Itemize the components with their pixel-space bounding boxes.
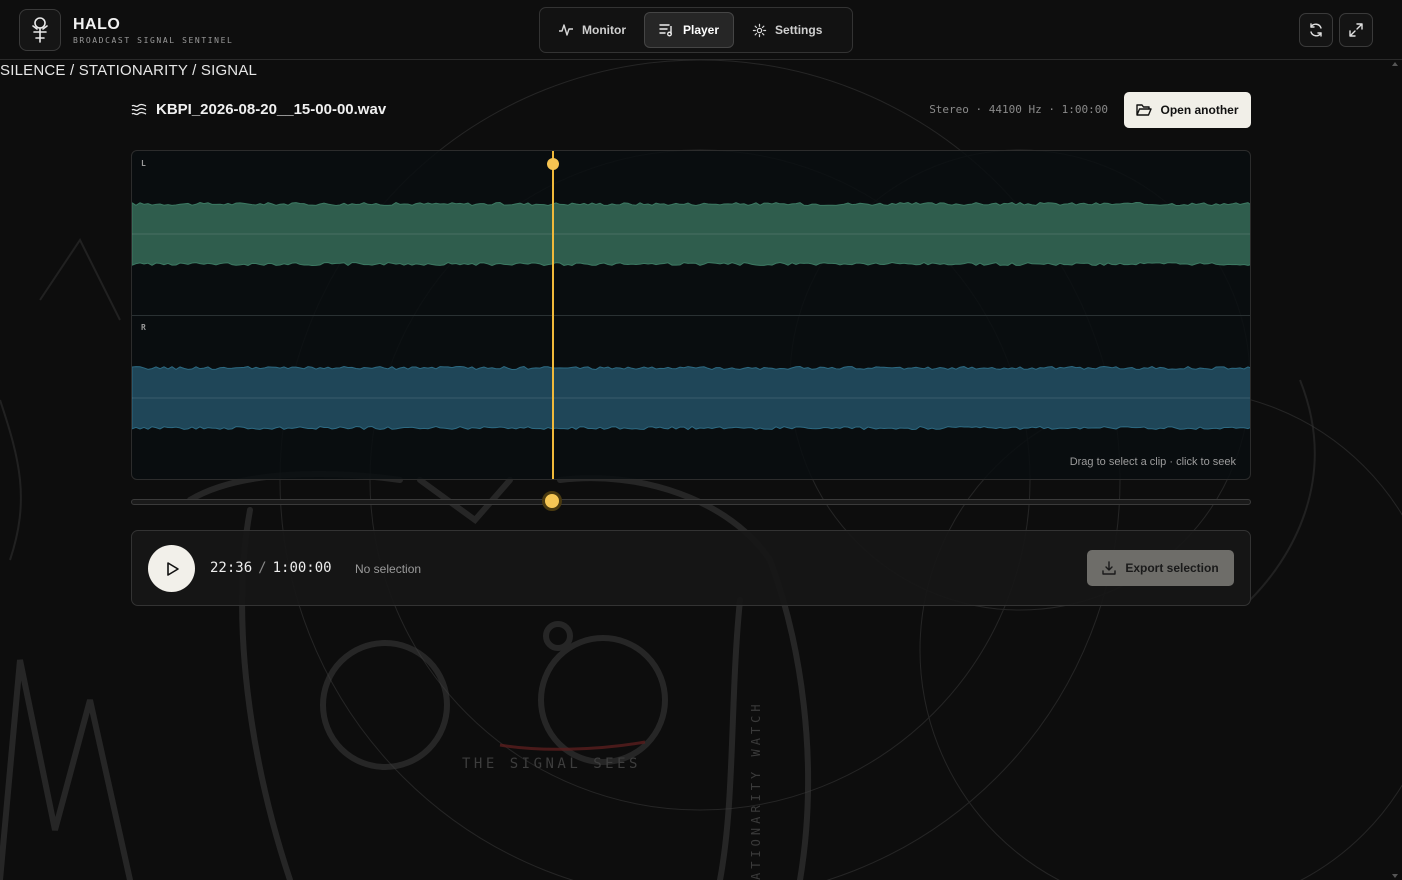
- brand: HALO BROADCAST SIGNAL SENTINEL: [19, 9, 233, 51]
- export-selection-button[interactable]: Export selection: [1087, 550, 1234, 586]
- export-selection-label: Export selection: [1125, 561, 1219, 575]
- waveform-left-channel: [132, 201, 1250, 266]
- tab-monitor[interactable]: Monitor: [544, 12, 640, 48]
- tab-settings-label: Settings: [775, 23, 823, 37]
- open-another-button[interactable]: Open another: [1124, 92, 1251, 128]
- time-separator: /: [258, 560, 267, 576]
- halo-logo-icon: [19, 9, 61, 51]
- expand-icon: [1349, 23, 1363, 37]
- folder-open-icon: [1136, 104, 1153, 116]
- selection-status: No selection: [355, 562, 422, 576]
- file-title: KBPI_2026-08-20__15-00-00.wav: [131, 101, 386, 118]
- waveform-right-channel: [132, 365, 1250, 431]
- app-subtitle: BROADCAST SIGNAL SENTINEL: [73, 35, 234, 45]
- main-nav: Monitor Player Settings: [539, 7, 853, 53]
- activity-icon: [559, 24, 573, 36]
- total-duration: 1:00:00: [272, 560, 332, 576]
- waveform-hint: Drag to select a clip · click to seek: [1069, 456, 1236, 468]
- file-name: KBPI_2026-08-20__15-00-00.wav: [156, 101, 387, 118]
- refresh-icon: [1310, 23, 1322, 37]
- open-another-label: Open another: [1160, 103, 1239, 117]
- current-time: 22:36: [210, 560, 253, 576]
- gear-icon: [752, 23, 767, 37]
- transport-bar: 22:36 / 1:00:00 No selection Export select…: [131, 530, 1251, 606]
- breadcrumb: SILENCE / STATIONARITY / SIGNAL: [0, 62, 258, 79]
- channel-label-left: L: [141, 159, 146, 168]
- time-display: 22:36 / 1:00:00: [210, 560, 332, 576]
- tab-player[interactable]: Player: [644, 12, 735, 48]
- tab-monitor-label: Monitor: [582, 23, 626, 37]
- scroll-up-arrow-icon[interactable]: [1392, 62, 1398, 66]
- refresh-button[interactable]: [1299, 13, 1333, 47]
- playhead-handle[interactable]: [547, 158, 559, 170]
- scroll-down-arrow-icon[interactable]: [1392, 874, 1398, 878]
- play-button[interactable]: [148, 545, 195, 592]
- file-info-row: KBPI_2026-08-20__15-00-00.wav Stereo · 4…: [131, 92, 1251, 128]
- page-scrollbar[interactable]: [1391, 62, 1399, 880]
- top-bar: HALO BROADCAST SIGNAL SENTINEL Monitor P…: [0, 0, 1402, 60]
- play-icon: [166, 561, 179, 576]
- playhead[interactable]: [552, 151, 554, 479]
- background-caption: THE SIGNAL SEES: [462, 756, 641, 772]
- seek-track[interactable]: [131, 499, 1251, 505]
- app-name: HALO: [73, 15, 121, 33]
- waveform-display[interactable]: L R Drag to select a clip · click to see…: [131, 150, 1251, 480]
- file-meta: Stereo · 44100 Hz · 1:00:00: [929, 103, 1108, 116]
- channel-label-right: R: [141, 323, 146, 332]
- seek-handle[interactable]: [542, 491, 562, 511]
- tab-settings[interactable]: Settings: [738, 12, 836, 48]
- tab-player-label: Player: [683, 23, 720, 37]
- fullscreen-button[interactable]: [1339, 13, 1373, 47]
- channel-divider: [132, 315, 1250, 316]
- waveform-file-icon: [131, 103, 147, 115]
- background-side-text: ATIONARITY WATCH: [749, 700, 763, 880]
- playlist-icon: [659, 24, 672, 37]
- download-icon: [1102, 561, 1117, 575]
